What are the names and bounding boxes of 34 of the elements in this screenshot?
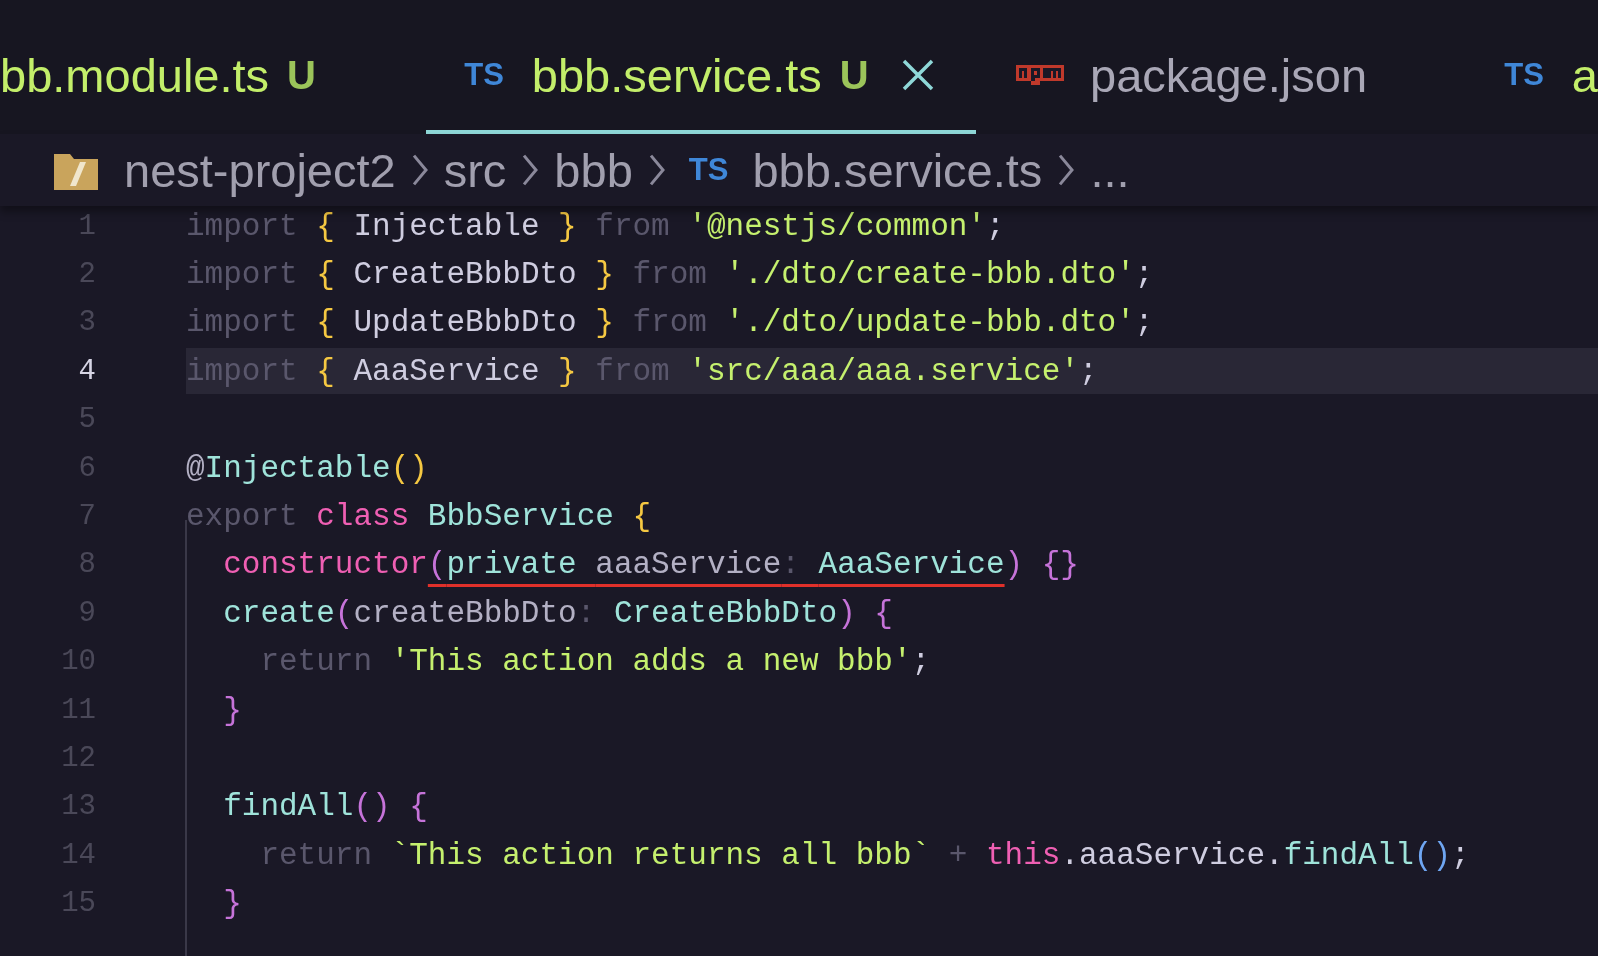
code-line: return `This action returns all bbb` + this.aaaService.findAll(); bbox=[259, 836, 1471, 875]
code-line: create(createBbbDto: CreateBbbDto) { bbox=[222, 594, 894, 633]
breadcrumb-item[interactable]: bbb bbox=[554, 142, 633, 198]
breadcrumb-item[interactable]: ... bbox=[1090, 142, 1130, 198]
tab-label: a bbox=[1571, 47, 1598, 103]
file-type-label: TS bbox=[1504, 57, 1544, 93]
line-number: 4 bbox=[77, 354, 96, 388]
tab-label: package.json bbox=[1090, 47, 1368, 103]
code-line: import { Injectable } from '@nestjs/common'; bbox=[186, 207, 1006, 246]
code-line: @Injectable() bbox=[186, 449, 429, 488]
code-line: import { CreateBbbDto } from './dto/create-bbb.dto'; bbox=[186, 256, 1155, 295]
code-line: constructor(private aaaService: AaaService) {} bbox=[222, 546, 1080, 585]
chevron-icon bbox=[1056, 152, 1077, 188]
npm-icon bbox=[1016, 65, 1065, 85]
editor-tab[interactable]: package.json bbox=[976, 0, 1445, 134]
file-type-label: TS bbox=[688, 152, 729, 188]
code-line: } bbox=[222, 885, 243, 924]
tab-label: bbb.service.ts bbox=[531, 47, 822, 103]
code-line: return 'This action adds a new bbb'; bbox=[259, 643, 932, 682]
git-status: U bbox=[839, 52, 869, 98]
editor-tab[interactable]: TS a bbox=[1444, 0, 1598, 134]
close-icon[interactable] bbox=[900, 58, 935, 92]
chevron-icon bbox=[520, 152, 541, 188]
code-line: export class BbbService { bbox=[186, 498, 653, 537]
code-line: findAll() { bbox=[222, 788, 429, 827]
code-line: import { UpdateBbbDto } from './dto/update-bbb.dto'; bbox=[186, 304, 1155, 343]
editor-tab[interactable]: bb.module.ts U bbox=[0, 0, 427, 134]
file-type-label: TS bbox=[464, 57, 504, 93]
breadcrumb-item[interactable]: bbb.service.ts bbox=[752, 142, 1043, 198]
git-status: U bbox=[287, 52, 316, 98]
breadcrumb-item[interactable]: src bbox=[443, 142, 507, 198]
code-line: } bbox=[222, 691, 243, 730]
breadcrumb-item[interactable]: nest-project2 bbox=[124, 142, 396, 198]
tab-label: bb.module.ts bbox=[0, 47, 270, 103]
